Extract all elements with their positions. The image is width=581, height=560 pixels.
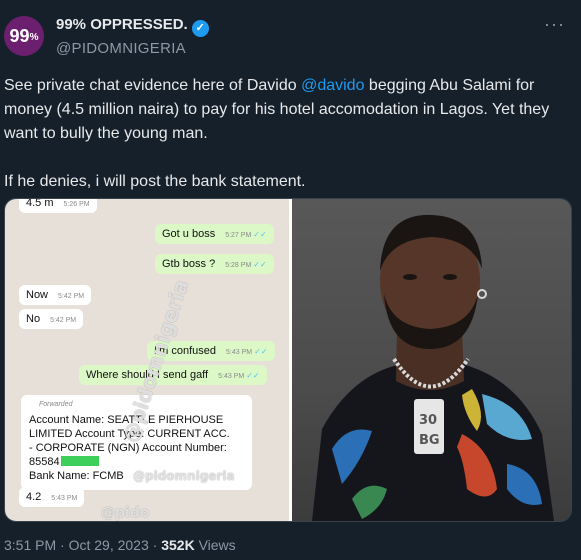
- tweet-text: See private chat evidence here of Davido…: [4, 74, 569, 194]
- redaction-mark: [60, 456, 99, 466]
- message-time: 5:26 PM: [63, 201, 90, 208]
- message-time: 5:43 PM: [218, 373, 245, 380]
- tweet-paragraph-2: If he denies, i will post the bank state…: [4, 173, 306, 190]
- svg-text:30: 30: [419, 413, 437, 428]
- message-time: 5:28 PM: [225, 262, 252, 269]
- views-label: Views: [194, 537, 236, 553]
- account-line: Account Name: SEATTLE PIERHOUSE: [29, 414, 224, 426]
- message-text: No: [26, 313, 41, 325]
- tweet-date[interactable]: Oct 29, 2023: [69, 537, 149, 553]
- tweet-time[interactable]: 3:51 PM: [4, 537, 56, 553]
- display-name[interactable]: 99% OPPRESSED. ✓: [56, 16, 209, 37]
- views-count: 352K: [161, 537, 195, 553]
- chat-message-out: Got u boss 5:27 PM ✓✓: [155, 224, 274, 244]
- message-time: 5:42 PM: [58, 293, 85, 300]
- tweet-meta: 3:51 PM · Oct 29, 2023 · 352K Views: [4, 537, 236, 553]
- separator: ·: [148, 537, 162, 553]
- account-line: - CORPORATE (NGN) Account Number:: [29, 442, 227, 454]
- message-text: Now: [26, 289, 49, 301]
- portrait-illustration: 30 BG: [312, 214, 554, 521]
- chat-message-in: 4.5 m 5:26 PM: [19, 198, 97, 213]
- chat-message-in: 4.2 5:43 PM: [19, 487, 85, 507]
- account-details-message: Forwarded Account Name: SEATTLE PIERHOUS…: [21, 395, 252, 490]
- user-handle[interactable]: @PIDOMNIGERIA: [56, 40, 186, 57]
- mention-link[interactable]: @davido: [301, 77, 364, 94]
- read-ticks-icon: ✓✓: [254, 347, 268, 356]
- chat-screenshot-image[interactable]: 4.5 m 5:26 PM Got u boss 5:27 PM ✓✓ Gtb bos…: [5, 199, 289, 521]
- chat-message-out: Where should I send gaff 5:43 PM ✓✓: [79, 365, 267, 385]
- avatar-sup: %: [29, 31, 39, 43]
- tweet-media[interactable]: 4.5 m 5:26 PM Got u boss 5:27 PM ✓✓ Gtb bos…: [4, 198, 572, 522]
- message-text: 4.5 m: [26, 198, 54, 209]
- message-text: Gtb boss ?: [162, 258, 216, 270]
- more-options-icon[interactable]: ···: [544, 14, 565, 35]
- chat-message-in: Now 5:42 PM: [19, 285, 92, 305]
- chat-message-out: Gtb boss ? 5:28 PM ✓✓: [155, 254, 274, 274]
- separator: ·: [56, 537, 69, 553]
- verified-badge-icon: ✓: [191, 20, 209, 37]
- account-line: Bank Name: FCMB: [29, 470, 124, 482]
- message-text: Where should I send gaff: [86, 369, 209, 381]
- message-text: 4.2: [26, 491, 42, 503]
- message-text: Got u boss: [162, 228, 216, 240]
- message-time: 5:27 PM: [225, 232, 252, 239]
- account-number: 85584: [29, 456, 60, 468]
- chat-message-in: No 5:42 PM: [19, 309, 84, 329]
- avatar[interactable]: 99%: [4, 16, 44, 56]
- read-ticks-icon: ✓✓: [253, 260, 267, 269]
- tweet-paragraph-1: See private chat evidence here of Davido…: [4, 74, 569, 146]
- read-ticks-icon: ✓✓: [246, 371, 260, 380]
- message-text: I'm confused: [154, 345, 217, 357]
- avatar-text: 99: [9, 25, 30, 46]
- message-time: 5:43 PM: [226, 349, 253, 356]
- portrait-photo[interactable]: 30 BG: [292, 199, 571, 521]
- svg-text:BG: BG: [419, 433, 440, 448]
- forwarded-label: Forwarded: [39, 401, 73, 408]
- account-line: LIMITED Account Type: CURRENT ACC.: [29, 428, 230, 440]
- display-name-text: 99% OPPRESSED.: [56, 16, 188, 33]
- read-ticks-icon: ✓✓: [253, 230, 267, 239]
- message-time: 5:42 PM: [50, 317, 77, 324]
- message-time: 5:43 PM: [51, 495, 78, 502]
- watermark: @pido: [101, 505, 150, 521]
- account-number-line: 85584: [29, 455, 244, 469]
- tweet-header: 99% 99% OPPRESSED. ✓ @PIDOMNIGERIA ···: [0, 0, 581, 68]
- chat-message-out: I'm confused 5:43 PM ✓✓: [147, 341, 275, 361]
- tweet-text-1a: See private chat evidence here of Davido: [4, 77, 302, 94]
